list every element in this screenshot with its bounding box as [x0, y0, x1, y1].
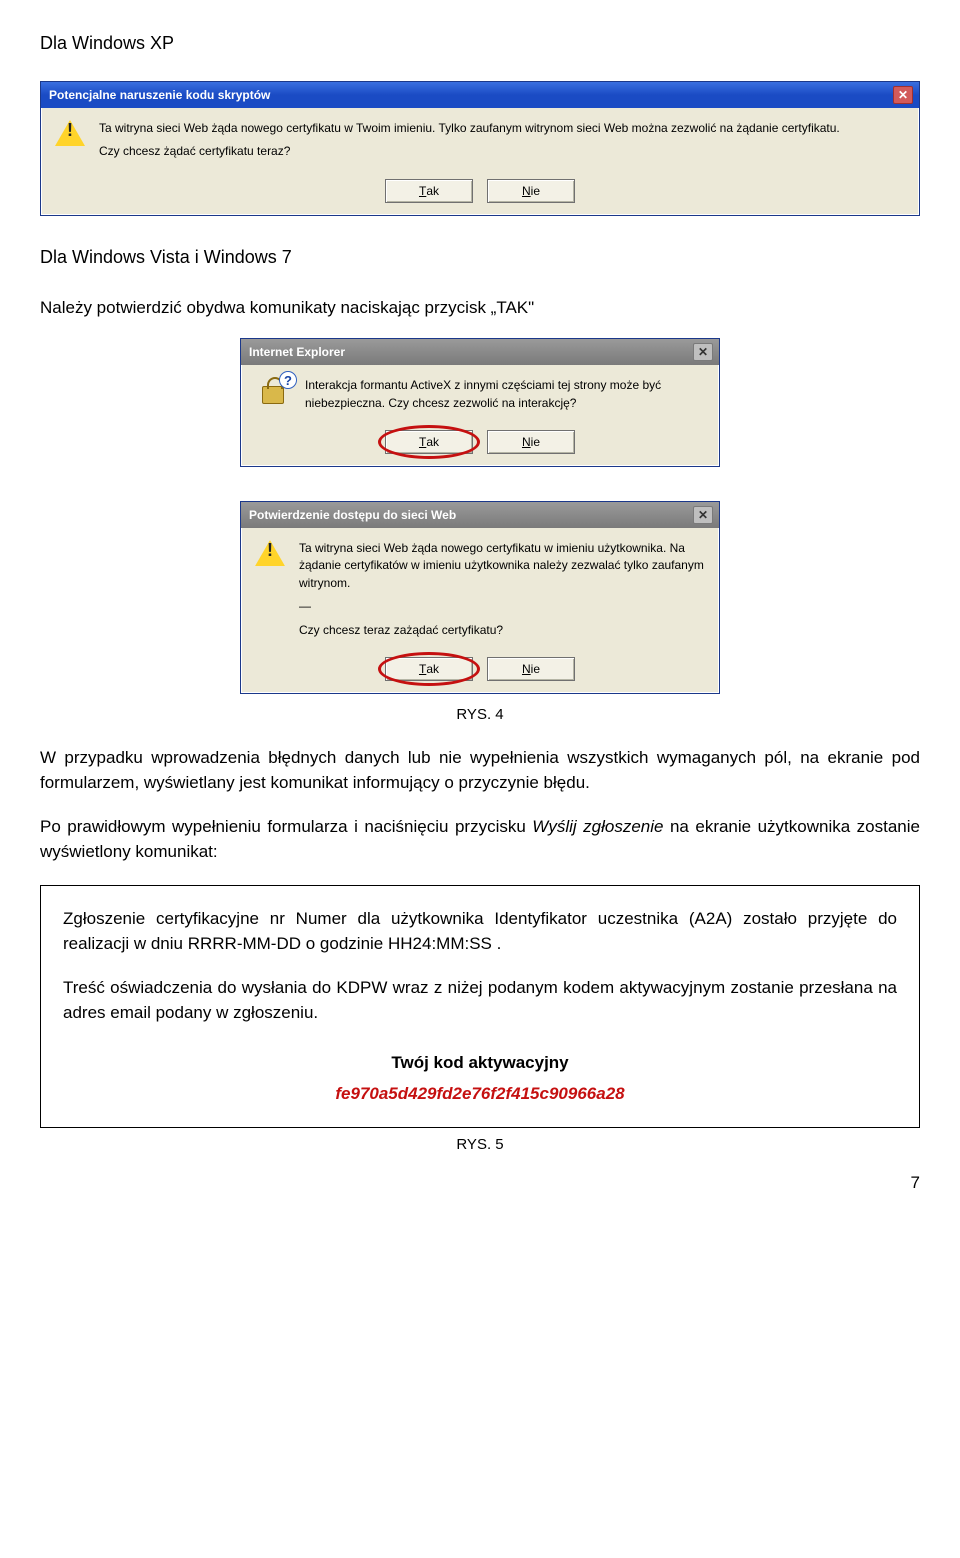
paragraph-after-submit: Po prawidłowym wypełnieniu formularza i …	[40, 814, 920, 865]
figure-caption-5: RYS. 5	[40, 1134, 920, 1157]
dialog-message: Interakcja formantu ActiveX z innymi czę…	[305, 377, 705, 412]
dialog-message-line2: Czy chcesz teraz zażądać certyfikatu?	[299, 622, 705, 639]
titlebar-text: Potwierdzenie dostępu do sieci Web	[249, 506, 693, 524]
close-icon[interactable]: ✕	[693, 506, 713, 524]
close-icon[interactable]: ✕	[693, 343, 713, 361]
dialog-script-violation: Potencjalne naruszenie kodu skryptów ✕ !…	[40, 81, 920, 216]
titlebar: Internet Explorer ✕	[241, 339, 719, 365]
paragraph-errors: W przypadku wprowadzenia błędnych danych…	[40, 745, 920, 796]
result-line2: Treść oświadczenia do wysłania do KDPW w…	[63, 975, 897, 1026]
dialog-message-line1: Ta witryna sieci Web żąda nowego certyfi…	[99, 120, 905, 137]
dialog-footer: Tak Nie	[241, 424, 719, 466]
no-button[interactable]: Nie	[487, 657, 575, 681]
yes-button[interactable]: Tak	[385, 430, 473, 454]
dialog-text: Ta witryna sieci Web żąda nowego certyfi…	[99, 120, 905, 167]
dialog-footer: Tak Nie	[241, 651, 719, 693]
activation-code: fe970a5d429fd2e76f2f415c90966a28	[63, 1081, 897, 1107]
instruction: Należy potwierdzić obydwa komunikaty nac…	[40, 295, 920, 321]
no-button[interactable]: Nie	[487, 430, 575, 454]
dialog-message-line2: Czy chcesz żądać certyfikatu teraz?	[99, 143, 905, 160]
para2-emphasis: Wyślij zgłoszenie	[532, 817, 663, 836]
result-line1: Zgłoszenie certyfikacyjne nr Numer dla u…	[63, 906, 897, 957]
dialog-body: ! Ta witryna sieci Web żąda nowego certy…	[41, 108, 919, 173]
yes-button[interactable]: Tak	[385, 657, 473, 681]
dialog-separator: —	[299, 598, 705, 615]
page-number: 7	[40, 1170, 920, 1196]
close-icon[interactable]: ✕	[893, 86, 913, 104]
titlebar: Potwierdzenie dostępu do sieci Web ✕	[241, 502, 719, 528]
dialog-body: ? Interakcja formantu ActiveX z innymi c…	[241, 365, 719, 424]
warning-icon: !	[255, 540, 285, 645]
dialog-internet-explorer: Internet Explorer ✕ ? Interakcja formant…	[240, 338, 720, 467]
heading-windows-xp: Dla Windows XP	[40, 30, 920, 57]
dialog-body: ! Ta witryna sieci Web żąda nowego certy…	[241, 528, 719, 651]
titlebar-text: Potencjalne naruszenie kodu skryptów	[49, 86, 893, 104]
lock-question-icon: ?	[255, 377, 291, 413]
highlight-ellipse	[378, 425, 480, 459]
para2-prefix: Po prawidłowym wypełnieniu formularza i …	[40, 817, 532, 836]
warning-icon: !	[55, 120, 85, 167]
yes-button[interactable]: Tak	[385, 179, 473, 203]
activation-code-title: Twój kod aktywacyjny	[63, 1050, 897, 1076]
heading-windows-vista: Dla Windows Vista i Windows 7	[40, 244, 920, 271]
highlight-ellipse	[378, 652, 480, 686]
dialog-text: Interakcja formantu ActiveX z innymi czę…	[305, 377, 705, 418]
dialog-web-access-confirm: Potwierdzenie dostępu do sieci Web ✕ ! T…	[240, 501, 720, 694]
titlebar: Potencjalne naruszenie kodu skryptów ✕	[41, 82, 919, 108]
dialog-message-line1: Ta witryna sieci Web żąda nowego certyfi…	[299, 540, 705, 592]
figure-caption-4: RYS. 4	[40, 704, 920, 727]
no-button[interactable]: Nie	[487, 179, 575, 203]
result-box: Zgłoszenie certyfikacyjne nr Numer dla u…	[40, 885, 920, 1128]
titlebar-text: Internet Explorer	[249, 343, 693, 361]
dialog-footer: Tak Nie	[41, 173, 919, 215]
dialog-text: Ta witryna sieci Web żąda nowego certyfi…	[299, 540, 705, 645]
